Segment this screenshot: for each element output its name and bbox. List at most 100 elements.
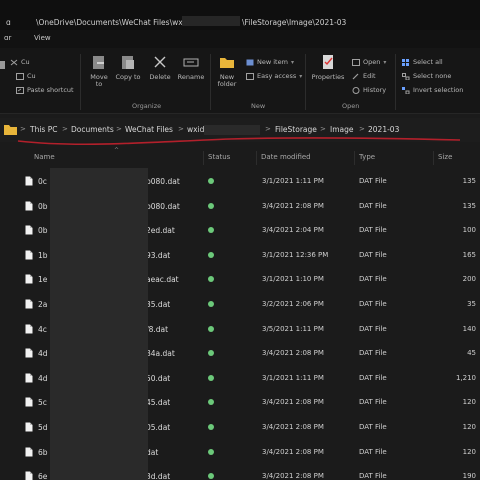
copy-to-button[interactable]: Copy to bbox=[115, 54, 141, 81]
copy-path-label: Cu bbox=[27, 72, 36, 80]
file-type: DAT File bbox=[359, 177, 387, 185]
file-type: DAT File bbox=[359, 472, 387, 480]
file-size: 135 bbox=[462, 201, 476, 210]
edit-button[interactable]: Edit bbox=[352, 72, 376, 80]
easy-access-label: Easy access bbox=[257, 72, 297, 80]
select-none-icon bbox=[402, 72, 410, 80]
properties-icon bbox=[323, 55, 333, 69]
file-size: 165 bbox=[462, 250, 476, 259]
select-none-button[interactable]: Select none bbox=[402, 72, 451, 80]
cut-label: Cu bbox=[21, 58, 30, 66]
sync-status-icon bbox=[208, 227, 214, 234]
column-status[interactable]: Status bbox=[208, 153, 230, 161]
file-size: 100 bbox=[462, 226, 476, 235]
breadcrumb-image[interactable]: Image bbox=[330, 125, 354, 134]
move-to-button[interactable]: Move to bbox=[86, 54, 112, 89]
file-name-start: 5c bbox=[38, 398, 47, 408]
open-button[interactable]: Open ▾ bbox=[352, 58, 386, 66]
tab-share[interactable]: ɑr bbox=[4, 34, 11, 42]
breadcrumb-2021-03[interactable]: 2021-03 bbox=[368, 125, 399, 134]
file-icon bbox=[25, 348, 33, 358]
file-icon bbox=[25, 176, 33, 186]
file-name-end: 2ed.dat bbox=[146, 226, 175, 236]
properties-button[interactable]: Properties bbox=[310, 54, 346, 81]
invert-selection-button[interactable]: Invert selection bbox=[402, 86, 463, 94]
easy-access-button[interactable]: Easy access ▾ bbox=[246, 72, 302, 80]
paste-shortcut-button[interactable]: Paste shortcut bbox=[16, 86, 74, 94]
file-date: 3/1/2021 1:11 PM bbox=[262, 373, 324, 382]
select-all-button[interactable]: Select all bbox=[402, 58, 443, 66]
new-folder-button[interactable]: New folder bbox=[214, 54, 240, 89]
file-date: 3/4/2021 2:08 PM bbox=[262, 423, 324, 431]
file-type: DAT File bbox=[359, 447, 387, 456]
file-date: 3/4/2021 2:08 PM bbox=[262, 349, 324, 358]
edit-label: Edit bbox=[363, 72, 376, 80]
file-name-start: 1e bbox=[38, 275, 48, 285]
column-size[interactable]: Size bbox=[438, 153, 452, 161]
column-divider[interactable] bbox=[256, 151, 257, 165]
sync-status-icon bbox=[208, 424, 214, 430]
file-icon bbox=[25, 201, 33, 211]
column-name[interactable]: Name bbox=[34, 153, 55, 161]
copy-path-button[interactable]: Cu bbox=[16, 72, 36, 80]
column-divider[interactable] bbox=[203, 151, 204, 165]
file-date: 3/1/2021 1:11 PM bbox=[262, 177, 324, 185]
file-name-start: 4d bbox=[38, 373, 48, 383]
file-size: 45 bbox=[467, 349, 476, 358]
file-date: 3/4/2021 2:08 PM bbox=[262, 398, 324, 407]
column-date[interactable]: Date modified bbox=[261, 153, 311, 161]
file-size: 190 bbox=[462, 472, 476, 480]
cut-button[interactable]: Cu bbox=[10, 58, 30, 66]
history-icon bbox=[352, 86, 360, 94]
file-size: 120 bbox=[462, 423, 476, 431]
history-button[interactable]: History bbox=[352, 86, 386, 94]
open-icon bbox=[352, 58, 360, 66]
file-type: DAT File bbox=[359, 423, 387, 431]
copy-to-label: Copy to bbox=[115, 73, 141, 81]
rename-button[interactable]: Rename bbox=[176, 54, 206, 81]
file-icon bbox=[25, 471, 33, 480]
file-name-end: 05.dat bbox=[146, 423, 171, 432]
breadcrumb-documents[interactable]: Documents bbox=[71, 125, 114, 134]
sync-status-icon bbox=[208, 276, 214, 283]
redacted-area bbox=[204, 125, 260, 135]
divider bbox=[395, 54, 396, 110]
sync-status-icon bbox=[208, 301, 214, 307]
file-name-start: 4d bbox=[38, 349, 48, 359]
chevron-right-icon: > bbox=[265, 125, 271, 133]
breadcrumb-this-pc[interactable]: This PC bbox=[30, 125, 57, 134]
file-name-end: 84a.dat bbox=[146, 349, 175, 359]
folder-icon bbox=[4, 125, 17, 135]
divider bbox=[210, 54, 211, 110]
pin-icon bbox=[0, 61, 5, 69]
file-name-start: 6b bbox=[38, 447, 48, 457]
sync-status-icon bbox=[208, 473, 214, 480]
file-type: DAT File bbox=[359, 226, 387, 235]
delete-button[interactable]: Delete bbox=[146, 54, 174, 81]
invert-selection-label: Invert selection bbox=[413, 86, 464, 94]
file-name-end: b080.dat bbox=[146, 177, 180, 186]
copy-to-icon bbox=[122, 56, 134, 69]
move-to-label: Move to bbox=[90, 73, 108, 89]
column-divider[interactable] bbox=[433, 151, 434, 165]
new-item-button[interactable]: New item ▾ bbox=[246, 58, 294, 66]
redacted-area bbox=[182, 16, 240, 26]
breadcrumb-wechat-files[interactable]: WeChat Files bbox=[125, 125, 173, 134]
file-date: 3/5/2021 1:11 PM bbox=[262, 324, 324, 333]
address-bar[interactable]: > This PC > Documents > WeChat Files > w… bbox=[0, 118, 480, 142]
paste-shortcut-icon bbox=[16, 86, 24, 94]
chevron-right-icon: > bbox=[178, 125, 184, 133]
sync-status-icon bbox=[208, 374, 214, 381]
new-folder-label: New folder bbox=[217, 73, 237, 89]
file-type: DAT File bbox=[359, 324, 387, 333]
file-date: 3/1/2021 12:36 PM bbox=[262, 250, 329, 259]
breadcrumb-filestorage[interactable]: FileStorage bbox=[275, 125, 317, 134]
file-size: 120 bbox=[462, 398, 476, 407]
column-divider[interactable] bbox=[354, 151, 355, 165]
file-date: 3/2/2021 2:06 PM bbox=[262, 300, 324, 308]
tab-view[interactable]: View bbox=[34, 34, 51, 42]
sync-status-icon bbox=[208, 399, 214, 406]
column-type[interactable]: Type bbox=[359, 153, 375, 161]
easy-access-icon bbox=[246, 72, 254, 80]
sync-status-icon bbox=[208, 448, 214, 455]
